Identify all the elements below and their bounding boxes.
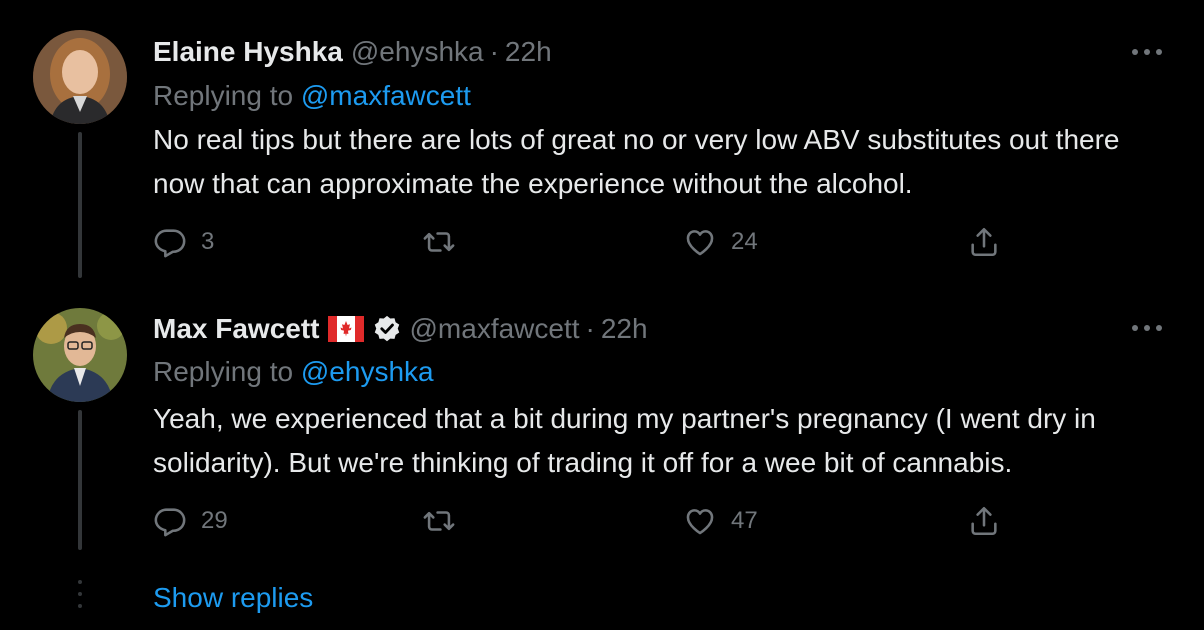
tweet[interactable]: Max Fawcett @maxfawcett · 22h Replying t…	[0, 280, 1204, 560]
thread-line	[78, 410, 82, 550]
replying-to: Replying to @ehyshka	[153, 356, 434, 388]
show-replies-link[interactable]: Show replies	[153, 582, 313, 614]
reply-icon	[154, 229, 186, 258]
verified-badge-icon	[372, 314, 402, 344]
reply-button[interactable]: 29	[153, 501, 228, 541]
replying-prefix: Replying to	[153, 80, 294, 111]
like-count: 47	[731, 507, 758, 534]
tweet[interactable]: Elaine Hyshka @ehyshka · 22h Replying to…	[0, 0, 1204, 280]
separator: ·	[489, 36, 499, 67]
heart-icon	[686, 230, 714, 256]
reply-button[interactable]: 3	[153, 222, 214, 262]
share-button[interactable]	[967, 501, 1001, 541]
timestamp[interactable]: 22h	[601, 313, 648, 345]
thread-line	[78, 132, 82, 278]
handle[interactable]: @ehyshka	[351, 36, 484, 68]
handle[interactable]: @maxfawcett	[410, 313, 580, 345]
share-icon	[971, 227, 997, 257]
like-button[interactable]: 24	[683, 222, 758, 262]
replying-prefix: Replying to	[153, 356, 294, 387]
heart-icon	[686, 509, 714, 535]
display-name[interactable]: Max Fawcett	[153, 313, 320, 345]
like-count: 24	[731, 228, 758, 255]
more-icon[interactable]	[1130, 42, 1164, 62]
reply-count: 3	[201, 228, 215, 255]
tweet-text: Yeah, we experienced that a bit during m…	[153, 403, 1096, 478]
replying-to: Replying to @maxfawcett	[153, 80, 471, 112]
retweet-button[interactable]	[421, 501, 471, 541]
retweet-icon	[423, 511, 455, 531]
tweet-text: No real tips but there are lots of great…	[153, 124, 1120, 199]
mention-link[interactable]: @maxfawcett	[301, 80, 471, 111]
tweet-header: Max Fawcett @maxfawcett · 22h	[153, 309, 648, 349]
separator: ·	[585, 313, 595, 344]
canada-flag-icon	[327, 316, 364, 342]
retweet-icon	[423, 232, 455, 252]
timestamp[interactable]: 22h	[505, 36, 552, 68]
reply-count: 29	[201, 507, 228, 534]
avatar[interactable]	[33, 30, 127, 124]
more-icon[interactable]	[1130, 318, 1164, 338]
avatar[interactable]	[33, 308, 127, 402]
retweet-button[interactable]	[421, 222, 471, 262]
display-name[interactable]: Elaine Hyshka	[153, 36, 343, 68]
share-button[interactable]	[967, 222, 1001, 262]
reply-icon	[154, 508, 186, 537]
thread-dots	[78, 580, 82, 620]
share-icon	[971, 506, 997, 536]
mention-link[interactable]: @ehyshka	[301, 356, 434, 387]
like-button[interactable]: 47	[683, 501, 758, 541]
tweet-header: Elaine Hyshka @ehyshka · 22h	[153, 32, 552, 72]
